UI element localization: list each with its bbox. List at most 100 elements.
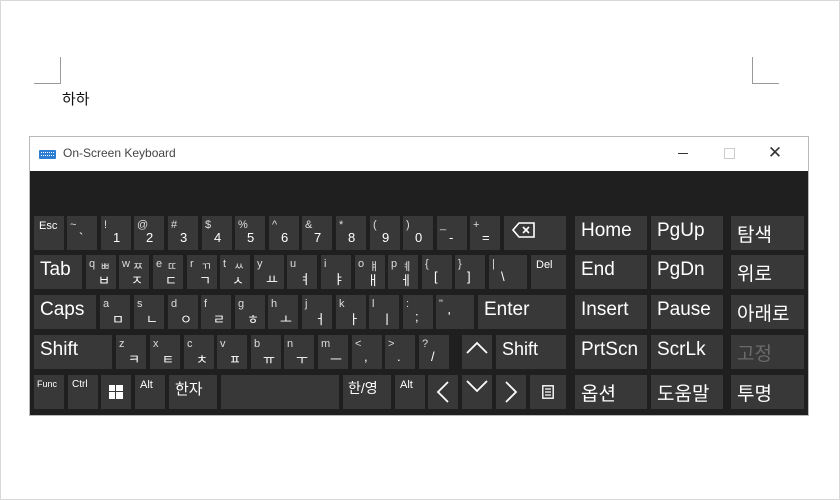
key-help[interactable]: 도움말: [651, 375, 723, 409]
key-shift-left[interactable]: Shift: [34, 335, 112, 369]
key-equals[interactable]: + =: [470, 216, 500, 250]
key-c[interactable]: cㅊ: [184, 335, 214, 369]
key-esc[interactable]: Esc: [34, 216, 64, 250]
key-2[interactable]: @2: [134, 216, 164, 250]
key-backslash[interactable]: | \: [489, 255, 527, 289]
key-slash[interactable]: ? /: [419, 335, 449, 369]
key-alt-right[interactable]: Alt: [395, 375, 425, 409]
key-f[interactable]: fㄹ: [201, 295, 231, 329]
right-arrow-icon: [505, 381, 518, 403]
minimize-icon: [678, 152, 688, 154]
key-u[interactable]: uㅕ: [287, 255, 317, 289]
key-ctrl[interactable]: Ctrl: [68, 375, 98, 409]
key-k[interactable]: kㅏ: [336, 295, 366, 329]
key-w[interactable]: wㅈㅉ: [119, 255, 149, 289]
key-5[interactable]: % 5: [235, 216, 265, 250]
key-3[interactable]: #3: [168, 216, 198, 250]
crop-mark-top-right: [752, 57, 779, 84]
key-t[interactable]: tㅅㅆ: [220, 255, 250, 289]
key-b[interactable]: bㅠ: [251, 335, 281, 369]
key-left-bracket[interactable]: {[: [422, 255, 452, 289]
key-i[interactable]: iㅑ: [321, 255, 351, 289]
key-h[interactable]: hㅗ: [268, 295, 298, 329]
key-comma[interactable]: <,: [352, 335, 382, 369]
key-o[interactable]: oㅐㅒ: [355, 255, 385, 289]
close-button[interactable]: ✕: [752, 137, 798, 171]
key-g[interactable]: gㅎ: [235, 295, 265, 329]
key-d[interactable]: dㅇ: [168, 295, 198, 329]
key-9[interactable]: (9: [370, 216, 400, 250]
key-del[interactable]: Del: [531, 255, 566, 289]
key-backtick[interactable]: ~ `: [67, 216, 97, 250]
key-shift-right[interactable]: Shift: [496, 335, 566, 369]
key-arrow-up[interactable]: [462, 335, 492, 369]
key-func[interactable]: Func: [34, 375, 64, 409]
key-windows[interactable]: [101, 375, 131, 409]
minimize-button[interactable]: [660, 137, 706, 171]
key-m[interactable]: mㅡ: [318, 335, 348, 369]
windows-icon: [109, 385, 123, 399]
key-fixed: 고정: [731, 335, 804, 369]
key-8[interactable]: * 8: [336, 216, 366, 250]
key-minus[interactable]: _ -: [437, 216, 467, 250]
key-j[interactable]: jㅓ: [302, 295, 332, 329]
key-hanyeong[interactable]: 한/영: [343, 375, 391, 409]
key-s[interactable]: sㄴ: [134, 295, 164, 329]
key-enter[interactable]: Enter: [478, 295, 566, 329]
window-title: On-Screen Keyboard: [63, 146, 176, 160]
key-period[interactable]: >.: [385, 335, 415, 369]
key-tab[interactable]: Tab: [34, 255, 82, 289]
backspace-icon: [512, 222, 535, 238]
key-search[interactable]: 탐색: [731, 216, 804, 250]
key-a[interactable]: aㅁ: [100, 295, 130, 329]
key-semicolon[interactable]: :;: [403, 295, 433, 329]
key-arrow-left[interactable]: [428, 375, 458, 409]
key-quote[interactable]: " ': [436, 295, 474, 329]
key-backspace[interactable]: [504, 216, 566, 250]
key-q[interactable]: qㅂㅃ: [86, 255, 116, 289]
maximize-button: [706, 137, 752, 171]
key-v[interactable]: vㅍ: [217, 335, 247, 369]
key-r[interactable]: rㄱㄲ: [187, 255, 217, 289]
key-insert[interactable]: Insert: [575, 295, 647, 329]
title-bar[interactable]: On-Screen Keyboard ✕: [30, 137, 808, 171]
key-pgdn[interactable]: PgDn: [651, 255, 723, 289]
key-y[interactable]: yㅛ: [254, 255, 284, 289]
key-0[interactable]: ) 0: [403, 216, 433, 250]
key-alt-left[interactable]: Alt: [135, 375, 165, 409]
key-home[interactable]: Home: [575, 216, 647, 250]
key-pause[interactable]: Pause: [651, 295, 723, 329]
key-nav-down[interactable]: 아래로: [731, 295, 804, 329]
left-arrow-icon: [436, 381, 449, 403]
key-x[interactable]: xㅌ: [150, 335, 180, 369]
key-caps[interactable]: Caps: [34, 295, 96, 329]
key-n[interactable]: nㅜ: [284, 335, 314, 369]
key-e[interactable]: eㄷㄸ: [153, 255, 183, 289]
key-1[interactable]: ! 1: [101, 216, 131, 250]
key-nav-up[interactable]: 위로: [731, 255, 804, 289]
key-l[interactable]: lㅣ: [369, 295, 399, 329]
key-end[interactable]: End: [575, 255, 647, 289]
key-options[interactable]: 옵션: [575, 375, 647, 409]
key-7[interactable]: & 7: [302, 216, 332, 250]
key-prtscn[interactable]: PrtScn: [575, 335, 647, 369]
key-arrow-down[interactable]: [462, 375, 492, 409]
key-fade[interactable]: 투명: [731, 375, 804, 409]
on-screen-keyboard-window: On-Screen Keyboard ✕ Esc ~ ` ! 1 @2 #3 $4 …: [29, 136, 809, 416]
key-space[interactable]: [221, 375, 339, 409]
key-hanja[interactable]: 한자: [169, 375, 217, 409]
key-4[interactable]: $4: [202, 216, 232, 250]
key-arrow-right[interactable]: [496, 375, 526, 409]
close-icon: ✕: [767, 143, 783, 163]
key-z[interactable]: zㅋ: [116, 335, 146, 369]
keyboard-icon: [39, 150, 56, 159]
key-pgup[interactable]: PgUp: [651, 216, 723, 250]
key-p[interactable]: pㅔㅖ: [388, 255, 418, 289]
down-arrow-icon: [466, 380, 488, 393]
key-6[interactable]: ^ 6: [269, 216, 299, 250]
document-text[interactable]: 하하: [62, 88, 90, 109]
maximize-icon: [723, 147, 735, 159]
key-menu[interactable]: [530, 375, 566, 409]
key-right-bracket[interactable]: }]: [455, 255, 485, 289]
key-scrlk[interactable]: ScrLk: [651, 335, 723, 369]
